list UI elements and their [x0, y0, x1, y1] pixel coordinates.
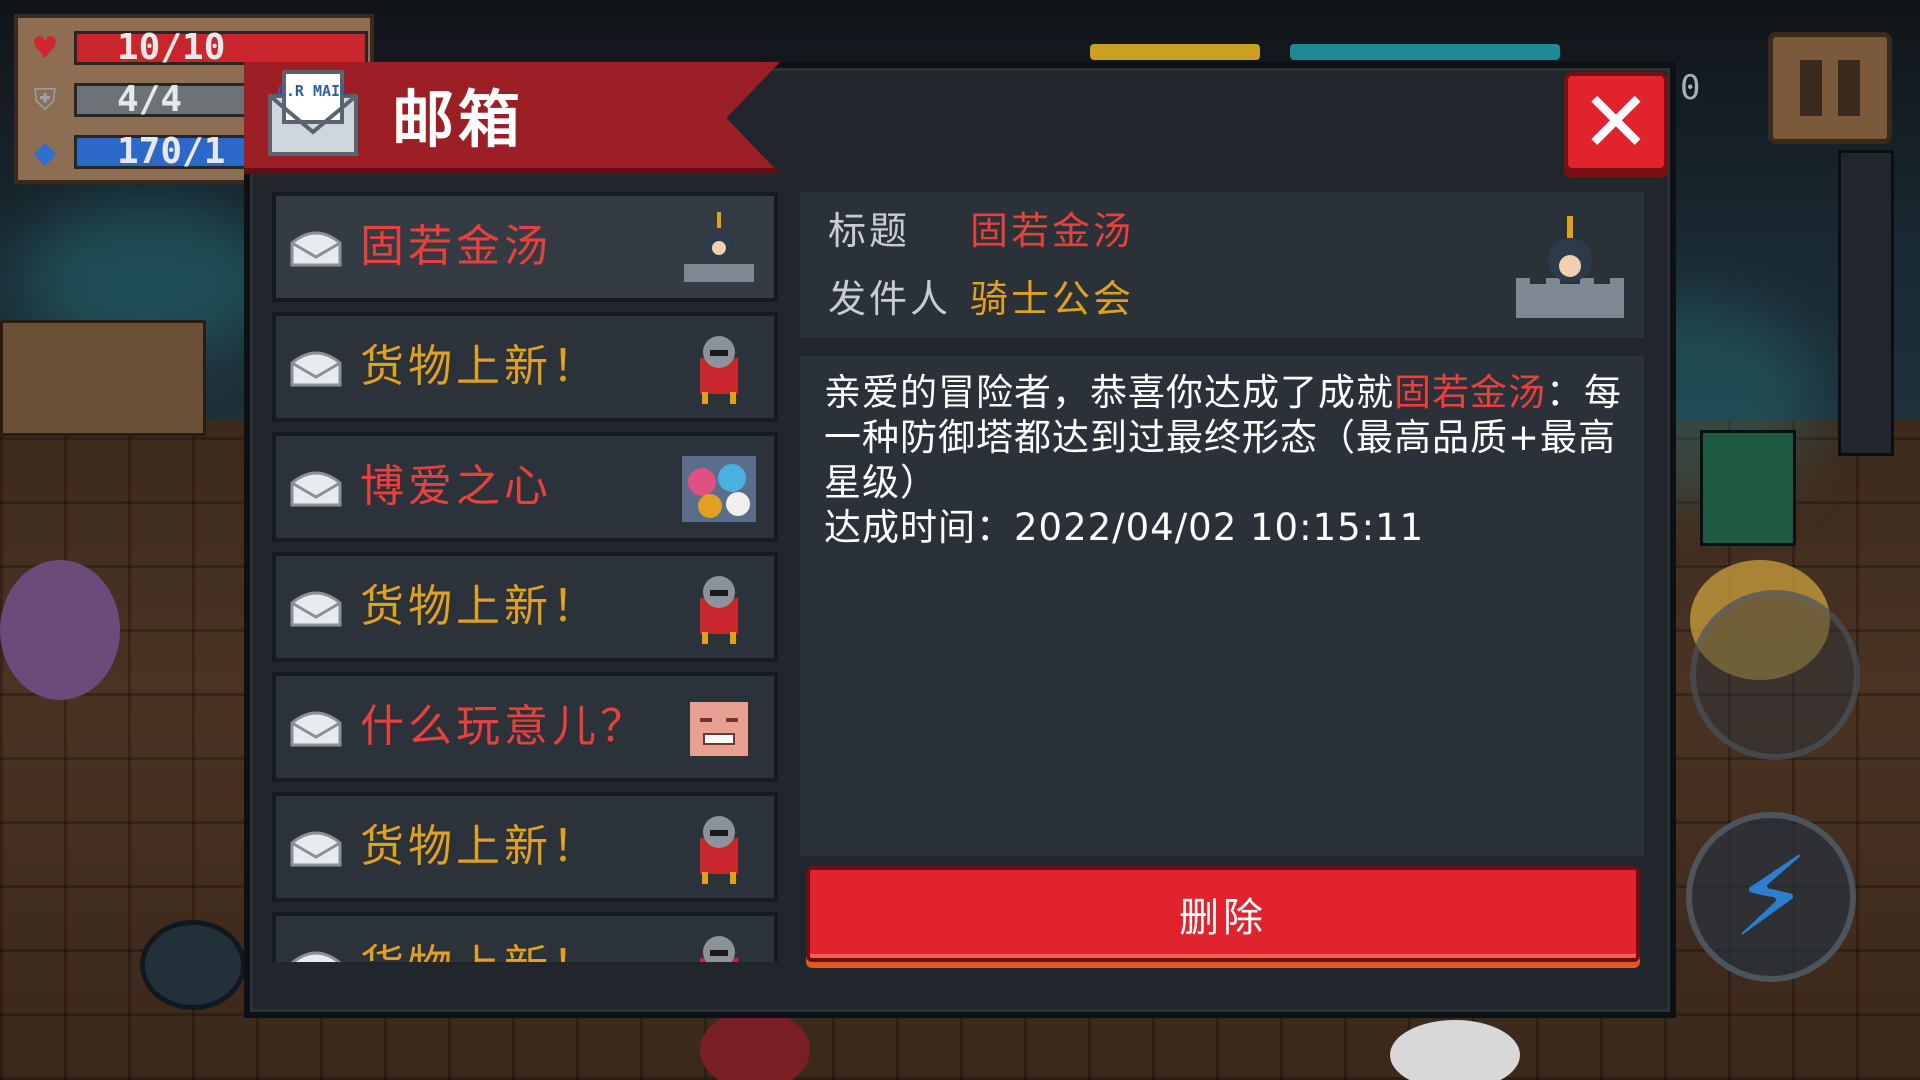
mail-item[interactable]: 什么玩意儿？	[272, 672, 778, 782]
barrel-decoration	[140, 920, 246, 1010]
close-icon: ✕	[1580, 73, 1652, 171]
mail-item-title: 货物上新！	[360, 940, 680, 962]
mail-body-text: 亲爱的冒险者，恭喜你达成了成就固若金汤：每一种防御塔都达到过最终形态（最高品质+…	[824, 370, 1624, 550]
skill-button[interactable]: ⚡	[1686, 812, 1856, 982]
pause-icon	[1800, 60, 1822, 116]
mail-detail-body: 亲爱的冒险者，恭喜你达成了成就固若金汤：每一种防御塔都达到过最终形态（最高品质+…	[800, 356, 1644, 856]
sender-value: 骑士公会	[970, 277, 1135, 321]
merchant-icon	[680, 328, 758, 406]
knight-tower-icon	[680, 208, 758, 286]
envelope-icon	[290, 947, 342, 962]
counter-value: 0	[1680, 68, 1701, 108]
mail-item-title: 什么玩意儿？	[360, 701, 648, 752]
delete-button-label: 删除	[1179, 895, 1267, 941]
merchant-icon	[680, 568, 758, 646]
boss-bar-gold	[1090, 44, 1260, 60]
mail-item-title: 货物上新！	[360, 341, 600, 392]
body-prefix: 亲爱的冒险者，恭喜你达成了成就	[824, 371, 1394, 414]
mail-detail-header: 标题 固若金汤 发件人 骑士公会	[800, 192, 1644, 338]
merchant-icon	[680, 928, 758, 962]
mail-item[interactable]: 货物上新！	[272, 912, 778, 962]
envelope-icon	[290, 707, 342, 747]
energy-icon: ◆	[33, 134, 57, 170]
lightning-icon: ⚡	[1732, 833, 1810, 961]
energy-value: 170/1	[117, 131, 226, 172]
heart-icon: ♥	[31, 30, 59, 66]
mailbox-title: 邮箱	[392, 83, 525, 156]
mail-item[interactable]: 博爱之心	[272, 432, 778, 542]
mail-item-title: 固若金汤	[360, 221, 552, 272]
pause-icon-bar	[1838, 60, 1860, 116]
mail-item[interactable]: 货物上新！	[272, 792, 778, 902]
energy-bar: 170/1	[74, 131, 368, 172]
mail-list[interactable]: 固若金汤 货物上新！ 博爱之心 货物上新！ 什么玩意儿？ 货物上新！ 货物上新！	[272, 192, 778, 962]
health-bar: 10/10	[74, 27, 368, 68]
close-button[interactable]: ✕	[1564, 72, 1668, 172]
boss-bar-teal	[1290, 44, 1560, 60]
player-stats-panel: ♥ 10/10 ⛨ 4/4 ◆ 170/1	[14, 14, 374, 184]
envelope-icon	[290, 587, 342, 627]
merchant-icon	[680, 808, 758, 886]
sender-label: 发件人	[828, 277, 952, 321]
subject-label: 标题	[828, 209, 911, 253]
envelope-icon	[290, 227, 342, 267]
face-icon	[680, 688, 758, 766]
mail-item[interactable]: 货物上新！	[272, 312, 778, 422]
mail-item-title: 货物上新！	[360, 581, 600, 632]
knight-tower-icon	[1512, 212, 1628, 322]
armor-bar: 4/4	[74, 79, 368, 120]
envelope-icon	[290, 467, 342, 507]
body-highlight: 固若金汤	[1394, 371, 1546, 414]
achievement-time: 达成时间：2022/04/02 10:15:11	[824, 506, 1425, 549]
pets-icon	[680, 448, 758, 526]
envelope-icon	[290, 347, 342, 387]
mail-item[interactable]: 货物上新！	[272, 552, 778, 662]
pillar-decoration	[1838, 150, 1894, 456]
delete-button[interactable]: 删除	[806, 866, 1640, 962]
mail-item[interactable]: 固若金汤	[272, 192, 778, 302]
pause-button[interactable]	[1768, 32, 1892, 144]
envelope-icon	[290, 827, 342, 867]
shield-icon: ⛨	[33, 82, 57, 118]
mail-item-title: 博爱之心	[360, 461, 552, 512]
subject-value: 固若金汤	[970, 209, 1135, 253]
player-character	[700, 1010, 810, 1080]
armor-value: 4/4	[117, 79, 183, 120]
health-value: 10/10	[117, 27, 226, 68]
shelf-decoration	[0, 320, 206, 436]
weapon-swap-button[interactable]	[1690, 590, 1860, 760]
terminal-decoration	[1700, 430, 1796, 546]
mail-item-title: 货物上新！	[360, 821, 600, 872]
npc-character	[0, 560, 120, 700]
